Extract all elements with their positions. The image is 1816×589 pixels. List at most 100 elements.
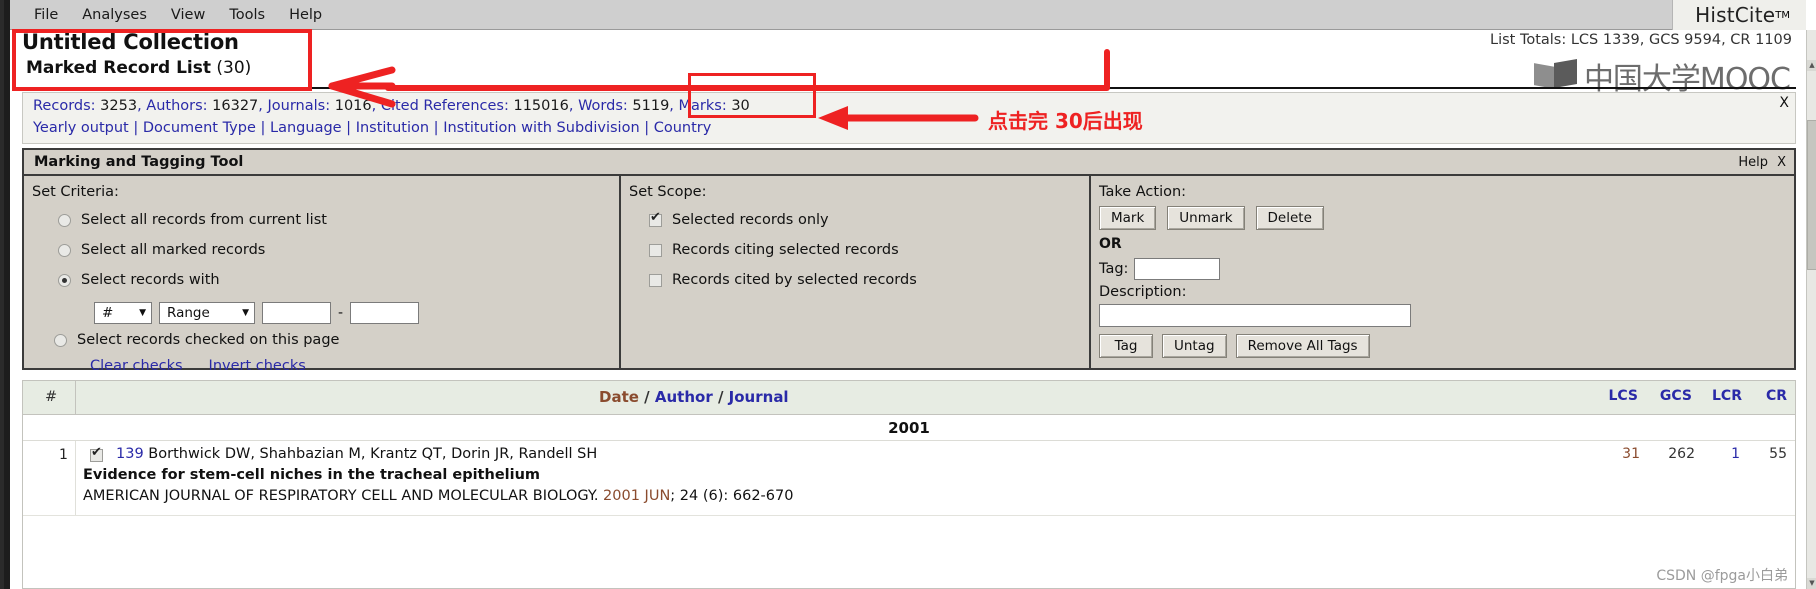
stat-value-journals: 1016 [334, 98, 372, 114]
stat-link-marks[interactable]: Marks: [679, 98, 727, 114]
book-icon-right-page [1553, 58, 1577, 89]
column-header-cr[interactable]: CR [1766, 388, 1787, 404]
marking-tool-help-link[interactable]: Help [1738, 155, 1768, 170]
menu-item-help[interactable]: Help [277, 5, 334, 25]
statistics-counts-line: Records: 3253, Authors: 16327, Journals:… [33, 98, 750, 114]
record-id-link[interactable]: 139 [116, 446, 144, 462]
action-primary-buttons: Mark Unmark Delete [1099, 206, 1324, 230]
column-header-lcr[interactable]: LCR [1712, 388, 1742, 404]
scope-option-selected-only[interactable]: Selected records only [649, 211, 829, 228]
scope-option-cited-by[interactable]: Records cited by selected records [649, 272, 917, 288]
stat-link-journals[interactable]: Journals: [268, 98, 331, 114]
criteria-range-to-input[interactable] [350, 302, 420, 324]
remove-all-tags-button[interactable]: Remove All Tags [1235, 334, 1370, 358]
scroll-up-arrow-icon[interactable]: ▲ [1807, 60, 1816, 71]
record-authors-line: 139 Borthwick DW, Shahbazian M, Krantz Q… [116, 446, 597, 462]
criteria-option-all-records[interactable]: Select all records from current list [58, 212, 327, 228]
table-row[interactable]: 1 139 Borthwick DW, Shahbazian M, Krantz… [23, 441, 1795, 516]
window-left-rail [0, 0, 10, 589]
record-authors: Borthwick DW, Shahbazian M, Krantz QT, D… [148, 446, 598, 462]
column-header-lcs[interactable]: LCS [1608, 388, 1638, 404]
marked-record-list-label: Marked Record List [26, 58, 211, 78]
criteria-option-checked-on-page[interactable]: Select records checked on this page [54, 332, 339, 348]
scroll-down-arrow-icon[interactable]: ▼ [1807, 578, 1816, 589]
record-lcr-value: 1 [1731, 446, 1740, 462]
menu-item-analyses[interactable]: Analyses [70, 5, 159, 25]
menu-bar-items: File Analyses View Tools Help [10, 0, 1806, 30]
stat-link-institution-with-subdivision[interactable]: Institution with Subdivision [443, 120, 639, 136]
column-header-gcs[interactable]: GCS [1660, 388, 1692, 404]
row-column-divider [75, 441, 76, 515]
criteria-field-select-value: # [102, 305, 114, 321]
radio-icon-records-with[interactable] [58, 273, 71, 287]
stat-link-language[interactable]: Language [270, 120, 342, 136]
year-group-label: 2001 [888, 419, 930, 437]
tag-input[interactable] [1134, 258, 1221, 280]
header-slash-2: / [717, 388, 724, 406]
stat-link-cited-references[interactable]: Cited References: [381, 98, 509, 114]
delete-button[interactable]: Delete [1255, 206, 1324, 230]
checkbox-icon-cited-by[interactable] [649, 273, 662, 287]
scrollbar-thumb[interactable] [1807, 120, 1816, 270]
tag-button[interactable]: Tag [1099, 334, 1153, 358]
stat-link-authors[interactable]: Authors: [146, 98, 207, 114]
stat-link-institution[interactable]: Institution [356, 120, 429, 136]
checkbox-icon-citing[interactable] [649, 243, 662, 257]
criteria-option-all-marked[interactable]: Select all marked records [58, 242, 265, 258]
record-cr-value: 55 [1769, 446, 1787, 462]
scope-option-citing[interactable]: Records citing selected records [649, 242, 899, 258]
set-criteria-label: Set Criteria: [32, 184, 119, 200]
record-pub-date: 2001 JUN [603, 488, 671, 504]
record-lcs-value: 31 [1622, 446, 1640, 462]
record-checkbox[interactable] [90, 446, 103, 462]
description-input[interactable] [1099, 304, 1411, 327]
statistics-bar: Records: 3253, Authors: 16327, Journals:… [22, 92, 1796, 144]
column-header-index: # [45, 389, 58, 405]
brand-trademark: TM [1775, 9, 1790, 21]
criteria-option-records-with[interactable]: Select records with [58, 272, 220, 288]
csdn-watermark: CSDN @fpga小白弟 [1656, 568, 1788, 584]
stat-value-cited-references: 115016 [513, 98, 569, 114]
checkbox-icon-selected-only[interactable] [649, 211, 662, 227]
column-header-date[interactable]: Date [599, 388, 639, 406]
year-group-row: 2001 [23, 415, 1795, 441]
untag-button[interactable]: Untag [1162, 334, 1227, 358]
unmark-button[interactable]: Unmark [1167, 206, 1245, 230]
stat-link-records[interactable]: Records: [33, 98, 96, 114]
close-icon[interactable]: X [1779, 95, 1789, 111]
header-slash-1: / [644, 388, 650, 406]
action-or-separator: OR [1099, 236, 1122, 252]
marked-record-list-count: (30) [216, 58, 252, 78]
stat-link-country[interactable]: Country [654, 120, 712, 136]
stat-link-document-type[interactable]: Document Type [143, 120, 256, 136]
criteria-option-all-records-label: Select all records from current list [81, 212, 327, 228]
criteria-range-from-input[interactable] [262, 302, 331, 324]
marking-tool-close-icon[interactable]: X [1777, 155, 1786, 170]
list-totals: List Totals: LCS 1339, GCS 9594, CR 1109 [1489, 32, 1792, 48]
stat-link-yearly-output[interactable]: Yearly output [33, 120, 129, 136]
record-index: 1 [59, 447, 68, 463]
radio-icon-all-marked[interactable] [58, 243, 71, 257]
stat-link-words[interactable]: Words: [578, 98, 628, 114]
radio-icon-checked-on-page[interactable] [54, 333, 67, 347]
record-gcs-value: 262 [1668, 446, 1695, 462]
set-scope-label: Set Scope: [629, 184, 707, 200]
vertical-scrollbar[interactable]: ▲ ▼ [1806, 30, 1816, 589]
record-title[interactable]: Evidence for stem-cell niches in the tra… [83, 467, 540, 483]
menu-item-file[interactable]: File [22, 5, 70, 25]
menu-item-tools[interactable]: Tools [217, 5, 277, 25]
radio-icon-all-records[interactable] [58, 213, 71, 227]
tag-field-row: Tag: [1099, 258, 1221, 280]
criteria-field-select[interactable]: # ▼ [94, 302, 152, 324]
column-header-journal[interactable]: Journal [729, 388, 789, 406]
mark-button[interactable]: Mark [1099, 206, 1157, 230]
menu-bar: File Analyses View Tools Help HistCite TM [10, 0, 1806, 30]
column-header-author[interactable]: Author [655, 388, 713, 406]
header-divider-left [22, 87, 1306, 89]
stat-value-records: 3253 [100, 98, 138, 114]
menu-item-view[interactable]: View [159, 5, 217, 25]
criteria-mode-select[interactable]: Range ▼ [159, 302, 255, 324]
clear-checks-link[interactable]: Clear checks [90, 358, 183, 374]
invert-checks-link[interactable]: Invert checks [209, 358, 306, 374]
results-table-header: # Date / Author / Journal LCS GCS LCR CR [23, 381, 1795, 415]
